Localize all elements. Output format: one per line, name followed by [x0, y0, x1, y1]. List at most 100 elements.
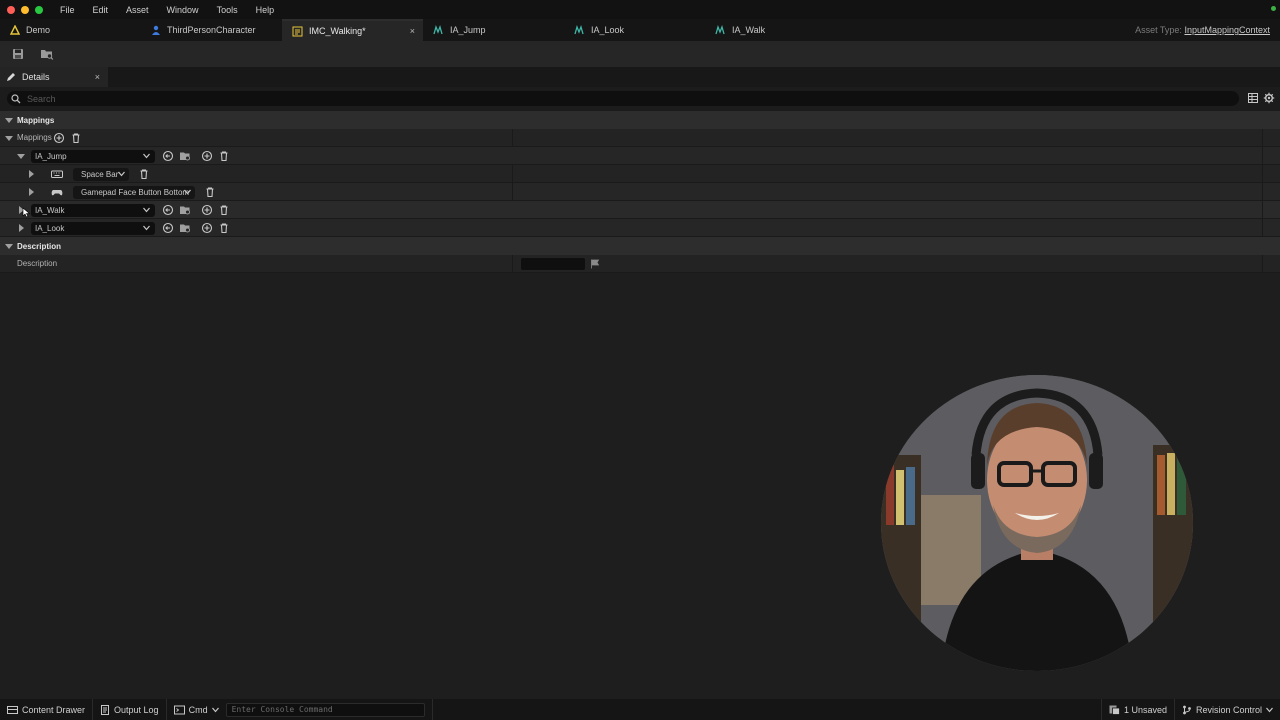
category-title: Description [17, 241, 62, 251]
zoom-window-button[interactable] [35, 5, 43, 14]
expand-arrow-icon[interactable] [29, 170, 34, 178]
key-value: Gamepad Face Button Bottom [81, 188, 190, 197]
tab-details[interactable]: Details × [0, 67, 108, 87]
column-divider [512, 255, 513, 273]
mapping-row-ia-jump: IA_Jump [0, 147, 1280, 165]
reset-arrow-icon[interactable] [162, 150, 174, 162]
window-controls [7, 5, 43, 14]
tab-label: ThirdPersonCharacter [167, 25, 256, 35]
console-command-input[interactable]: Enter Console Command [225, 702, 425, 717]
output-log-button[interactable]: Output Log [93, 699, 166, 720]
trash-icon[interactable] [218, 204, 230, 216]
column-divider [1262, 201, 1263, 219]
tab-ia-walk[interactable]: IA_Walk [705, 19, 846, 41]
expand-arrow-icon[interactable] [29, 188, 34, 196]
search-box[interactable] [7, 91, 1239, 106]
tab-label: IA_Look [591, 25, 625, 35]
column-divider [1262, 147, 1263, 165]
presenter-video [881, 375, 1193, 671]
save-button[interactable] [10, 46, 26, 62]
mappings-array-row: Mappings [0, 129, 1280, 147]
menu-bar: File Edit Asset Window Tools Help [0, 0, 1280, 19]
asset-type-link[interactable]: InputMappingContext [1184, 25, 1270, 35]
search-input[interactable] [27, 93, 427, 104]
trash-icon[interactable] [70, 132, 82, 144]
trash-icon[interactable] [138, 168, 150, 180]
trash-icon[interactable] [218, 150, 230, 162]
cmd-dropdown[interactable]: Cmd [167, 699, 226, 720]
column-divider [512, 165, 513, 183]
chevron-down-icon [118, 171, 125, 177]
content-drawer-label: Content Drawer [22, 704, 86, 715]
collapse-arrow-icon[interactable] [5, 244, 13, 249]
tab-demo[interactable]: Demo [0, 19, 141, 41]
menu-edit[interactable]: Edit [84, 5, 118, 15]
tab-thirdpersoncharacter[interactable]: ThirdPersonCharacter [141, 19, 282, 41]
output-log-icon [101, 704, 110, 715]
key-mapping-row-gamepad: Gamepad Face Button Bottom [0, 183, 1280, 201]
unsaved-files-icon [1109, 705, 1120, 715]
content-drawer-button[interactable]: Content Drawer [0, 699, 92, 720]
mappings-category-header[interactable]: Mappings [0, 111, 1280, 129]
panel-tab-bar: Details × [0, 67, 1280, 87]
menu-asset[interactable]: Asset [117, 5, 158, 15]
asset-type-indicator: Asset Type: InputMappingContext [1135, 25, 1270, 35]
revision-control-button[interactable]: Revision Control [1175, 699, 1280, 720]
column-divider [1262, 255, 1263, 273]
add-icon[interactable] [201, 222, 213, 234]
column-divider [1262, 183, 1263, 201]
add-element-icon[interactable] [53, 132, 65, 144]
minimize-window-button[interactable] [21, 5, 29, 14]
description-category-header[interactable]: Description [0, 237, 1280, 255]
webcam-overlay [881, 375, 1193, 671]
input-action-dropdown[interactable]: IA_Walk [31, 204, 155, 217]
description-text-field[interactable] [521, 258, 585, 270]
document-tab-bar: Demo ThirdPersonCharacter IMC_Walking* ×… [0, 19, 1280, 41]
collapse-arrow-icon[interactable] [5, 136, 13, 141]
input-action-dropdown[interactable]: IA_Look [31, 222, 155, 235]
add-icon[interactable] [201, 204, 213, 216]
tab-label: IA_Walk [732, 25, 766, 35]
expand-arrow-icon[interactable] [19, 224, 24, 232]
menu-file[interactable]: File [51, 5, 84, 15]
dropdown-value: IA_Jump [35, 152, 67, 161]
close-window-button[interactable] [7, 5, 15, 14]
tab-label: IA_Jump [450, 25, 486, 35]
view-options-icon[interactable] [1247, 92, 1259, 104]
collapse-arrow-icon[interactable] [5, 118, 13, 123]
browse-folder-icon [41, 50, 54, 60]
menu-window[interactable]: Window [158, 5, 208, 15]
reset-arrow-icon[interactable] [162, 204, 174, 216]
menu-tools[interactable]: Tools [208, 5, 247, 15]
add-icon[interactable] [201, 150, 213, 162]
chevron-down-icon [143, 153, 150, 159]
trash-icon[interactable] [204, 186, 216, 198]
status-bar-right: 1 Unsaved Revision Control [1100, 699, 1280, 720]
content-drawer-icon [7, 705, 18, 714]
tab-ia-look[interactable]: IA_Look [564, 19, 705, 41]
key-value: Space Bar [81, 170, 119, 179]
tab-imc-walking[interactable]: IMC_Walking* × [282, 19, 423, 41]
menu-help[interactable]: Help [247, 5, 284, 15]
reset-arrow-icon[interactable] [162, 222, 174, 234]
close-icon[interactable]: × [410, 26, 415, 36]
key-selector[interactable]: Space Bar [73, 168, 129, 181]
dropdown-value: IA_Look [35, 224, 65, 233]
unsaved-button[interactable]: 1 Unsaved [1102, 699, 1174, 720]
output-log-label: Output Log [114, 704, 159, 715]
flag-icon[interactable] [590, 259, 600, 269]
input-action-dropdown[interactable]: IA_Jump [31, 150, 155, 163]
tab-ia-jump[interactable]: IA_Jump [423, 19, 564, 41]
browse-folder-icon[interactable] [179, 150, 191, 162]
collapse-arrow-icon[interactable] [17, 154, 25, 159]
panel-tab-label: Details [22, 72, 50, 82]
trash-icon[interactable] [218, 222, 230, 234]
browse-folder-icon[interactable] [179, 222, 191, 234]
close-icon[interactable]: × [95, 72, 100, 82]
key-selector[interactable]: Gamepad Face Button Bottom [73, 186, 195, 199]
browse-folder-icon[interactable] [179, 204, 191, 216]
search-row [0, 87, 1280, 111]
asset-toolbar [0, 41, 1280, 67]
browse-to-asset-button[interactable] [39, 46, 55, 62]
gear-icon[interactable] [1263, 92, 1275, 104]
